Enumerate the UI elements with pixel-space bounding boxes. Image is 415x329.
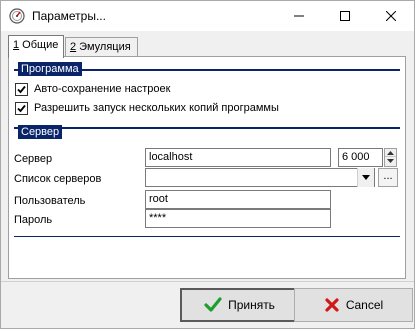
settings-dialog: Параметры... 1 Общие 2 Эмуляция Программ… bbox=[0, 0, 415, 329]
spin-down-icon[interactable] bbox=[385, 157, 396, 165]
server-list-label: Список серверов bbox=[14, 173, 102, 185]
multi-instance-checkbox[interactable] bbox=[15, 101, 28, 115]
user-label: Пользователь bbox=[14, 195, 86, 207]
multi-instance-checkbox-row[interactable]: Разрешить запуск нескольких копий програ… bbox=[15, 101, 279, 115]
server-list-combo[interactable] bbox=[145, 168, 375, 187]
password-input[interactable]: **** bbox=[145, 209, 331, 228]
section-divider-server bbox=[14, 127, 400, 129]
port-spinner[interactable] bbox=[384, 148, 397, 167]
accept-button[interactable]: Принять bbox=[180, 288, 299, 322]
autosave-label: Авто-сохранение настроек bbox=[34, 83, 171, 95]
checkmark-icon bbox=[204, 297, 222, 313]
app-icon bbox=[9, 8, 25, 24]
tab-general-label: Общие bbox=[19, 39, 59, 51]
window-title: Параметры... bbox=[32, 9, 106, 23]
server-input[interactable]: localhost bbox=[145, 148, 331, 167]
user-input[interactable]: root bbox=[145, 190, 331, 209]
tab-panel-general: Программа Авто-сохранение настроек Разре… bbox=[8, 56, 406, 279]
multi-instance-label: Разрешить запуск нескольких копий програ… bbox=[34, 102, 279, 114]
panel-bottom-divider bbox=[14, 236, 400, 237]
server-label: Сервер bbox=[14, 153, 53, 165]
checkmark-icon bbox=[17, 104, 26, 112]
tab-general[interactable]: 1 Общие bbox=[8, 35, 64, 58]
tab-emulation[interactable]: 2 Эмуляция bbox=[65, 37, 138, 57]
minimize-button[interactable] bbox=[276, 1, 322, 31]
cancel-button-label: Cancel bbox=[345, 298, 384, 312]
accept-button-label: Принять bbox=[228, 298, 275, 312]
cancel-x-icon bbox=[324, 297, 340, 313]
section-label-program: Программа bbox=[18, 62, 82, 76]
close-button[interactable] bbox=[368, 1, 414, 31]
cancel-button[interactable]: Cancel bbox=[294, 288, 413, 322]
checkmark-icon bbox=[17, 85, 26, 93]
footer-separator bbox=[1, 281, 414, 282]
browse-servers-button[interactable]: ... bbox=[378, 168, 398, 187]
title-bar: Параметры... bbox=[1, 1, 414, 31]
autosave-checkbox[interactable] bbox=[15, 82, 28, 96]
spin-up-icon[interactable] bbox=[385, 149, 396, 157]
chevron-down-icon[interactable] bbox=[357, 168, 374, 187]
tab-emulation-label: Эмуляция bbox=[76, 41, 131, 53]
autosave-checkbox-row[interactable]: Авто-сохранение настроек bbox=[15, 82, 170, 96]
port-input[interactable]: 6 000 bbox=[338, 148, 383, 167]
maximize-button[interactable] bbox=[322, 1, 368, 31]
password-label: Пароль bbox=[14, 214, 53, 226]
section-label-server: Сервер bbox=[18, 125, 63, 139]
